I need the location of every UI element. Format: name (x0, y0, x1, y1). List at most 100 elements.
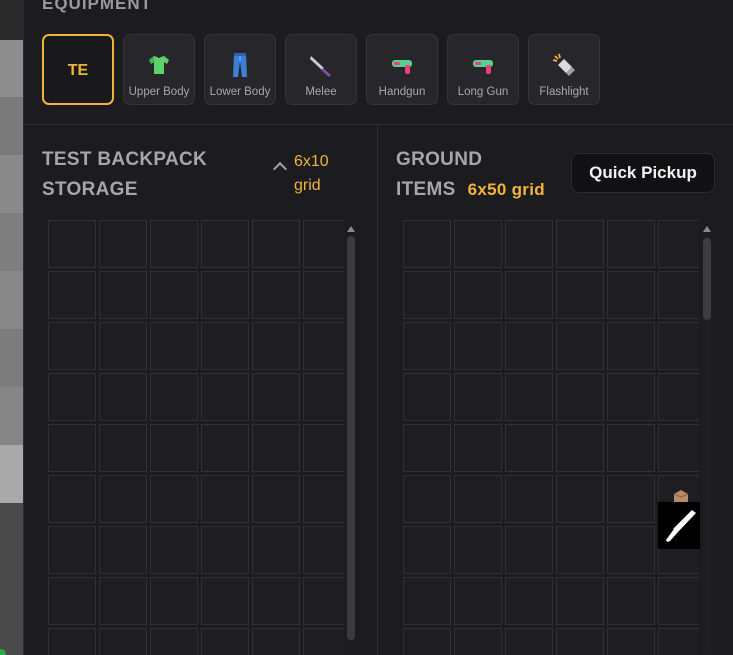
grid-cell[interactable] (556, 271, 604, 319)
grid-cell[interactable] (252, 373, 300, 421)
grid-cell[interactable] (48, 220, 96, 268)
ground-scroll-thumb[interactable] (703, 238, 711, 320)
grid-cell[interactable] (658, 220, 699, 268)
grid-cell[interactable] (252, 220, 300, 268)
grid-cell[interactable] (658, 424, 699, 472)
backpack-scroll-thumb[interactable] (347, 236, 355, 640)
grid-cell[interactable] (658, 577, 699, 625)
grid-cell[interactable] (48, 271, 96, 319)
grid-cell[interactable] (403, 271, 451, 319)
grid-cell[interactable] (150, 424, 198, 472)
backpack-grid[interactable] (48, 220, 344, 655)
grid-cell[interactable] (556, 577, 604, 625)
equipment-slot-te[interactable]: TE (42, 34, 114, 105)
backpack-scrollbar[interactable] (347, 236, 355, 640)
grid-cell[interactable] (454, 322, 502, 370)
grid-cell[interactable] (658, 628, 699, 655)
grid-cell[interactable] (303, 577, 344, 625)
grid-cell[interactable] (403, 526, 451, 574)
grid-cell[interactable] (505, 220, 553, 268)
grid-cell[interactable] (658, 271, 699, 319)
grid-cell[interactable] (403, 577, 451, 625)
grid-cell[interactable] (454, 220, 502, 268)
grid-cell[interactable] (658, 322, 699, 370)
grid-cell[interactable] (607, 628, 655, 655)
grid-cell[interactable] (99, 526, 147, 574)
grid-cell[interactable] (48, 424, 96, 472)
grid-cell[interactable] (48, 475, 96, 523)
grid-cell[interactable] (252, 322, 300, 370)
grid-cell[interactable] (454, 628, 502, 655)
grid-cell[interactable] (150, 271, 198, 319)
grid-cell[interactable] (607, 220, 655, 268)
grid-cell[interactable] (201, 628, 249, 655)
grid-cell[interactable] (454, 577, 502, 625)
grid-cell[interactable] (99, 220, 147, 268)
grid-cell[interactable] (454, 271, 502, 319)
equipment-slot-lower-body[interactable]: Lower Body (204, 34, 276, 105)
grid-cell[interactable] (150, 577, 198, 625)
grid-cell[interactable] (99, 271, 147, 319)
grid-cell[interactable] (607, 475, 655, 523)
grid-cell[interactable] (303, 220, 344, 268)
grid-cell[interactable] (607, 271, 655, 319)
grid-cell[interactable] (505, 271, 553, 319)
grid-cell[interactable] (48, 526, 96, 574)
grid-cell[interactable] (607, 322, 655, 370)
grid-cell[interactable] (201, 322, 249, 370)
ground-scroll-up-arrow[interactable] (703, 226, 711, 232)
equipment-slot-long-gun[interactable]: Long Gun (447, 34, 519, 105)
box-icon[interactable] (672, 488, 690, 502)
grid-cell[interactable] (252, 577, 300, 625)
grid-cell[interactable] (201, 577, 249, 625)
grid-cell[interactable] (454, 526, 502, 574)
grid-cell[interactable] (505, 424, 553, 472)
equipment-slot-flashlight[interactable]: Flashlight (528, 34, 600, 105)
grid-cell[interactable] (658, 373, 699, 421)
ground-item-knife[interactable] (658, 502, 700, 549)
grid-cell[interactable] (201, 475, 249, 523)
grid-cell[interactable] (99, 577, 147, 625)
grid-cell[interactable] (150, 220, 198, 268)
grid-cell[interactable] (252, 271, 300, 319)
grid-cell[interactable] (201, 220, 249, 268)
grid-cell[interactable] (607, 373, 655, 421)
grid-cell[interactable] (607, 577, 655, 625)
grid-cell[interactable] (505, 628, 553, 655)
ground-scrollbar[interactable] (703, 236, 711, 655)
grid-cell[interactable] (303, 526, 344, 574)
grid-cell[interactable] (403, 220, 451, 268)
grid-cell[interactable] (150, 526, 198, 574)
grid-cell[interactable] (150, 373, 198, 421)
grid-cell[interactable] (48, 373, 96, 421)
grid-cell[interactable] (556, 373, 604, 421)
grid-cell[interactable] (505, 475, 553, 523)
grid-cell[interactable] (99, 322, 147, 370)
grid-cell[interactable] (403, 475, 451, 523)
grid-cell[interactable] (303, 271, 344, 319)
backpack-scroll-up-arrow[interactable] (347, 226, 355, 232)
grid-cell[interactable] (252, 424, 300, 472)
grid-cell[interactable] (505, 526, 553, 574)
grid-cell[interactable] (99, 424, 147, 472)
grid-cell[interactable] (252, 526, 300, 574)
grid-cell[interactable] (99, 628, 147, 655)
equipment-slot-handgun[interactable]: Handgun (366, 34, 438, 105)
grid-cell[interactable] (454, 373, 502, 421)
grid-cell[interactable] (607, 424, 655, 472)
grid-cell[interactable] (403, 424, 451, 472)
grid-cell[interactable] (48, 322, 96, 370)
grid-cell[interactable] (99, 475, 147, 523)
grid-cell[interactable] (556, 526, 604, 574)
grid-cell[interactable] (556, 424, 604, 472)
grid-cell[interactable] (303, 628, 344, 655)
equipment-slot-melee[interactable]: Melee (285, 34, 357, 105)
grid-cell[interactable] (252, 475, 300, 523)
grid-cell[interactable] (454, 424, 502, 472)
equipment-slot-upper-body[interactable]: Upper Body (123, 34, 195, 105)
chevron-up-icon[interactable] (272, 161, 288, 177)
grid-cell[interactable] (403, 373, 451, 421)
grid-cell[interactable] (556, 322, 604, 370)
grid-cell[interactable] (99, 373, 147, 421)
grid-cell[interactable] (607, 526, 655, 574)
